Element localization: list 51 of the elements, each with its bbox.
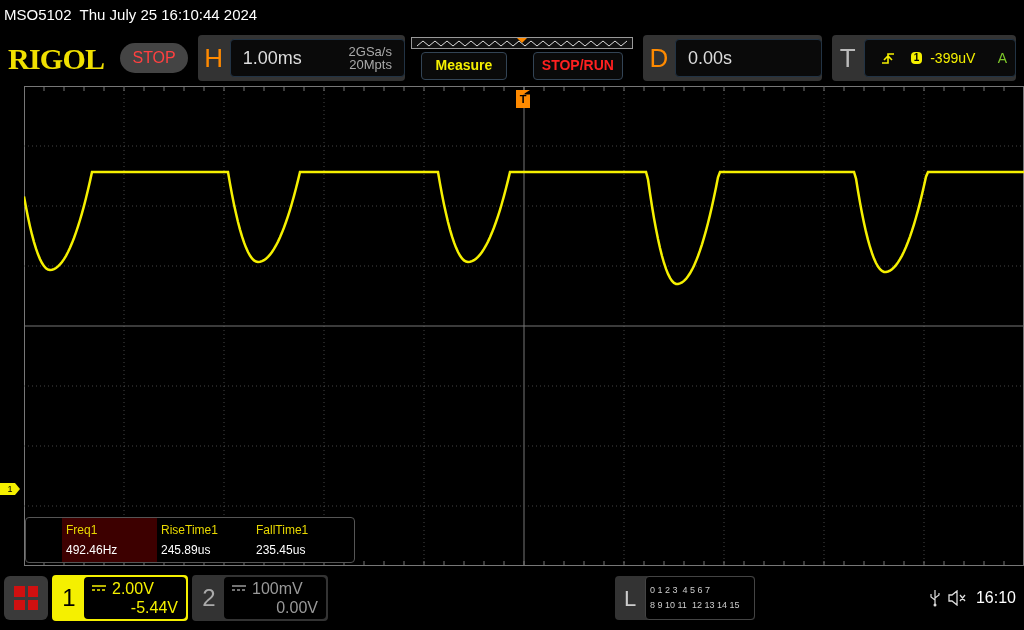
measurement-item[interactable]: FallTime1 235.45us <box>252 518 347 562</box>
channel-number: 1 <box>61 583 77 613</box>
horizontal-label: H <box>203 41 225 75</box>
measurement-item[interactable]: RiseTime1 245.89us <box>157 518 252 562</box>
dc-coupling-icon <box>92 585 106 592</box>
trigger-panel[interactable]: T 1 -399uV A <box>831 35 1016 81</box>
usb-icon <box>929 589 940 607</box>
measurement-value: 235.45us <box>256 542 307 559</box>
timebase-value: 1.00ms <box>242 46 302 70</box>
channel-scale: 100mV <box>252 579 303 598</box>
channel-offset: 0.00V <box>276 598 318 617</box>
logic-channel-numbers: 12 13 14 15 <box>691 599 740 612</box>
trigger-level: -399uV <box>930 48 976 68</box>
delay-value: 0.00s <box>687 46 732 70</box>
run-state-badge: STOP <box>120 43 188 73</box>
model-name: MSO5102 <box>4 4 72 25</box>
measurement-name: Freq1 <box>66 522 99 539</box>
measurement-value: 245.89us <box>161 542 212 559</box>
sample-rate: 2GSa/s <box>348 45 392 58</box>
logic-channel-numbers: 0 1 2 3 <box>650 584 678 597</box>
logic-panel[interactable]: L 0 1 2 3 4 5 6 7 8 9 10 11 12 13 14 15 <box>615 576 755 620</box>
trigger-mode: A <box>997 48 1007 68</box>
channel-offset: -5.44V <box>130 598 178 617</box>
measurement-item[interactable]: Freq1 492.46Hz <box>62 518 157 562</box>
clock-time: 16:10 <box>975 588 1016 608</box>
logic-channel-numbers: 4 5 6 7 <box>682 584 711 597</box>
memory-depth: 20Mpts <box>349 58 392 71</box>
measurement-name: FallTime1 <box>256 522 310 539</box>
date-time: Thu July 25 16:10:44 2024 <box>79 4 258 25</box>
channel-scale: 2.00V <box>112 579 154 598</box>
stop-run-button[interactable]: STOP/RUN <box>532 51 623 80</box>
measurement-value: 492.46Hz <box>66 542 119 559</box>
app-menu-button[interactable] <box>4 576 48 620</box>
channel-panel[interactable]: 1 2.00V -5.44V <box>52 575 188 621</box>
channel-number: 2 <box>201 583 217 613</box>
logic-channel-numbers: 8 9 10 11 <box>650 599 687 612</box>
trigger-position-marker[interactable]: T <box>516 90 530 108</box>
channel-panel[interactable]: 2 100mV 0.00V <box>192 575 328 621</box>
rising-edge-icon <box>880 51 895 65</box>
trigger-source: 1 <box>910 52 923 64</box>
brand-logo: RIGOL <box>8 40 106 77</box>
delay-label: D <box>648 41 670 75</box>
measurement-name: RiseTime1 <box>161 522 219 539</box>
measure-button[interactable]: Measure <box>420 51 507 80</box>
horizontal-panel[interactable]: H 1.00ms 2GSa/s 20Mpts <box>197 35 405 81</box>
speaker-muted-icon <box>947 590 968 606</box>
delay-panel[interactable]: D 0.00s <box>642 35 822 81</box>
trigger-label: T <box>838 41 857 75</box>
logic-label: L <box>622 584 638 613</box>
channel-marker[interactable]: 1 <box>0 483 20 495</box>
dc-coupling-icon <box>232 585 246 592</box>
